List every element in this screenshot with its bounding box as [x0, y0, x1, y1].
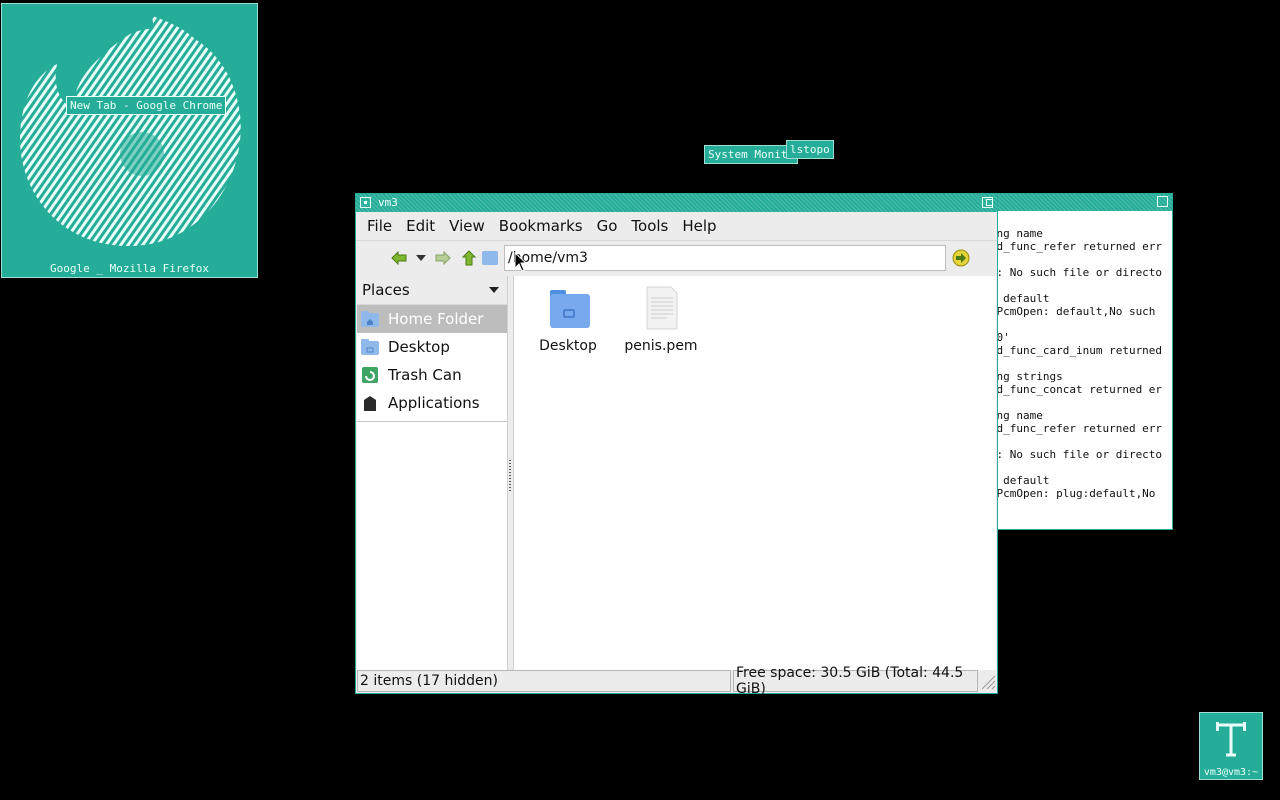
- back-button[interactable]: [386, 245, 412, 271]
- menu-tools[interactable]: Tools: [624, 217, 675, 235]
- firefox-icon-caption: Google _ Mozilla Firefox: [50, 262, 209, 275]
- place-label: Home Folder: [388, 310, 484, 328]
- chevron-down-icon: [416, 255, 426, 261]
- file-item-desktop[interactable]: Desktop: [528, 286, 608, 354]
- mouse-cursor-icon: [514, 252, 526, 272]
- places-sidebar: Places Home Folder Desktop Trash Can App…: [357, 276, 508, 670]
- forward-arrow-icon: [435, 251, 451, 265]
- chevron-down-icon: [489, 287, 499, 293]
- menu-file[interactable]: File: [360, 217, 399, 235]
- system-monitor-label[interactable]: System Monito: [704, 145, 799, 164]
- file-name: Desktop: [539, 338, 597, 354]
- resize-grip-icon[interactable]: [978, 670, 996, 692]
- maximize-icon[interactable]: [1157, 196, 1168, 207]
- place-desktop[interactable]: Desktop: [357, 333, 507, 361]
- up-button[interactable]: [456, 245, 482, 271]
- back-arrow-icon: [391, 251, 407, 265]
- terminal-logo-icon: [1216, 722, 1246, 757]
- place-label: Applications: [388, 394, 480, 412]
- file-item-penis-pem[interactable]: penis.pem: [621, 286, 701, 354]
- go-button[interactable]: [948, 245, 974, 271]
- menu-edit[interactable]: Edit: [399, 217, 442, 235]
- menu-view[interactable]: View: [442, 217, 492, 235]
- menu-go[interactable]: Go: [590, 217, 625, 235]
- go-arrow-icon: [952, 249, 970, 267]
- toolbar: /home/vm3: [356, 240, 997, 275]
- place-home-folder[interactable]: Home Folder: [357, 305, 507, 333]
- firefox-logo-icon: [20, 16, 241, 247]
- terminal-icon-caption: vm3@vm3:~: [1203, 767, 1259, 778]
- places-header-label: Places: [362, 281, 410, 299]
- file-manager-window[interactable]: vm3 File Edit View Bookmarks Go Tools He…: [355, 193, 998, 697]
- firefox-window-icon[interactable]: New Tab - Google Chrome Google _ Mozilla…: [1, 3, 258, 278]
- statusbar: 2 items (17 hidden) Free space: 30.5 GiB…: [357, 665, 996, 697]
- address-bar[interactable]: /home/vm3: [504, 245, 946, 271]
- file-name: penis.pem: [624, 338, 698, 354]
- content-area: Places Home Folder Desktop Trash Can App…: [357, 276, 996, 670]
- places-header[interactable]: Places: [357, 276, 507, 305]
- status-item-count: 2 items (17 hidden): [357, 670, 731, 692]
- menu-bookmarks[interactable]: Bookmarks: [492, 217, 590, 235]
- up-arrow-icon: [462, 250, 476, 266]
- place-label: Trash Can: [388, 366, 462, 384]
- status-free-space: Free space: 30.5 GiB (Total: 44.5 GiB): [733, 665, 978, 697]
- terminal-titlebar[interactable]: [997, 194, 1172, 211]
- sidebar-divider: [357, 421, 507, 422]
- applications-icon: [360, 393, 380, 413]
- document-icon: [637, 286, 685, 334]
- folder-icon: [544, 286, 592, 334]
- file-manager-titlebar[interactable]: vm3: [356, 194, 997, 212]
- menu-help[interactable]: Help: [675, 217, 723, 235]
- terminal-output: uating name n snd_func_refer returned er…: [996, 227, 1163, 500]
- history-dropdown-button[interactable]: [412, 245, 430, 271]
- window-title: vm3: [378, 196, 398, 209]
- trash-icon: [360, 365, 380, 385]
- file-view[interactable]: Desktop penis.pem: [514, 276, 996, 670]
- chrome-window-label[interactable]: New Tab - Google Chrome: [66, 96, 227, 115]
- terminal-window-icon[interactable]: vm3@vm3:~: [1199, 712, 1263, 780]
- maximize-icon[interactable]: [982, 197, 993, 208]
- desktop-folder-icon: [360, 337, 380, 357]
- home-folder-icon: [360, 309, 380, 329]
- window-menu-icon[interactable]: [360, 197, 371, 208]
- menubar: File Edit View Bookmarks Go Tools Help: [356, 212, 997, 240]
- lstopo-label[interactable]: lstopo: [786, 140, 834, 159]
- place-trash-can[interactable]: Trash Can: [357, 361, 507, 389]
- forward-button[interactable]: [430, 245, 456, 271]
- location-folder-icon: [482, 245, 502, 271]
- place-label: Desktop: [388, 338, 450, 356]
- place-applications[interactable]: Applications: [357, 389, 507, 417]
- terminal-window[interactable]: uating name n snd_func_refer returned er…: [996, 193, 1173, 530]
